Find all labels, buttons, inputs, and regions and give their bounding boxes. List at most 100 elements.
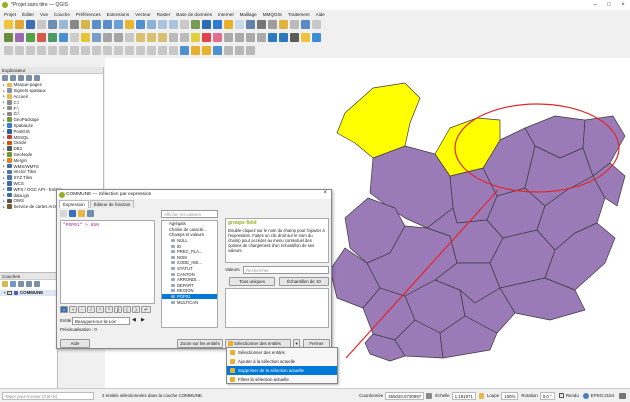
- menu-raster[interactable]: Raster: [157, 12, 171, 17]
- edit-expression-icon[interactable]: [87, 210, 94, 217]
- tab-expression[interactable]: Expression: [59, 200, 89, 208]
- maximize-button[interactable]: □: [602, 0, 616, 10]
- manage-visibility-icon[interactable]: [18, 281, 24, 287]
- all-unique-button[interactable]: Tous uniques: [229, 277, 275, 286]
- label-pin-icon[interactable]: [202, 33, 211, 42]
- open-attribute-table-icon[interactable]: [224, 46, 233, 55]
- plugin-web-icon[interactable]: [312, 33, 321, 42]
- menu-mmqgis[interactable]: MMQGIS: [263, 12, 282, 17]
- add-group-icon[interactable]: [10, 281, 16, 287]
- values-list[interactable]: [225, 288, 329, 328]
- menu-preferences[interactable]: Préférences: [76, 12, 101, 17]
- label-rotate-icon[interactable]: [235, 33, 244, 42]
- values-search-input[interactable]: Rechercher: [243, 266, 329, 274]
- operator-open-paren-button[interactable]: (: [123, 306, 131, 313]
- plugin-icon[interactable]: [290, 33, 299, 42]
- polygon-tool-icon[interactable]: [37, 46, 46, 55]
- menu-item-remove-from-selection[interactable]: Supprimer de la sélection actuelle: [227, 366, 337, 375]
- python-console-icon[interactable]: [268, 33, 277, 42]
- text-annotation-icon[interactable]: [290, 20, 299, 29]
- simplify-tool-icon[interactable]: [92, 46, 101, 55]
- lock-scale-icon[interactable]: [478, 392, 484, 399]
- menu-traitement[interactable]: Traitement: [288, 12, 310, 17]
- menu-item-filter-selection[interactable]: Filtrer la sélection actuelle: [227, 375, 337, 384]
- operator-newline-button[interactable]: ↵: [141, 306, 151, 313]
- tracing-icon[interactable]: [246, 46, 255, 55]
- new-print-layout-icon[interactable]: [37, 20, 46, 29]
- filter-icon[interactable]: [18, 75, 24, 81]
- show-layout-icon[interactable]: [59, 20, 68, 29]
- menu-vecteur[interactable]: Vecteur: [135, 12, 151, 17]
- clear-expression-icon[interactable]: [60, 210, 67, 217]
- coordinate-field[interactable]: 455020,6730997: [385, 391, 425, 400]
- add-raster-layer-icon[interactable]: [37, 33, 46, 42]
- open-layer-styling-icon[interactable]: [2, 281, 8, 287]
- new-geopackage-icon[interactable]: [15, 33, 24, 42]
- rect-tool-icon[interactable]: [26, 46, 35, 55]
- next-entity-icon[interactable]: ▶: [141, 317, 145, 323]
- label-change-icon[interactable]: [246, 33, 255, 42]
- save-expression-icon[interactable]: [69, 210, 76, 217]
- operator-equals-button[interactable]: =: [60, 306, 68, 313]
- field-calculator-icon[interactable]: [246, 20, 255, 29]
- circle-tool-icon[interactable]: [15, 46, 24, 55]
- add-wms-layer-icon[interactable]: [59, 33, 68, 42]
- identify-icon[interactable]: [213, 20, 222, 29]
- fill-ring-icon[interactable]: [125, 46, 134, 55]
- new-project-icon[interactable]: [4, 20, 13, 29]
- render-checkbox[interactable]: ✓: [558, 393, 564, 398]
- magnifier-field[interactable]: 100%: [501, 391, 519, 400]
- new-map-view-icon[interactable]: [180, 20, 189, 29]
- rotation-field[interactable]: 0,0 °: [539, 391, 555, 400]
- save-edits-icon[interactable]: [92, 33, 101, 42]
- menu-internet[interactable]: Internet: [218, 12, 234, 17]
- cut-icon[interactable]: [136, 33, 145, 42]
- minimize-button[interactable]: –: [588, 0, 602, 10]
- help-button[interactable]: Aide: [60, 339, 90, 348]
- delete-ring-icon[interactable]: [136, 46, 145, 55]
- attribute-table-icon[interactable]: [235, 20, 244, 29]
- scale-field[interactable]: 1:181871: [451, 391, 476, 400]
- label-diagram-icon[interactable]: [257, 33, 266, 42]
- plugin-folder-icon[interactable]: [301, 33, 310, 42]
- edit-pencil-icon[interactable]: [81, 33, 90, 42]
- pan-icon[interactable]: [70, 20, 79, 29]
- collapse-all-icon[interactable]: [26, 75, 32, 81]
- menu-item-select-features[interactable]: Sélectionner des entités: [227, 348, 337, 357]
- select-by-value-icon[interactable]: [180, 46, 189, 55]
- zoom-next-icon[interactable]: [169, 20, 178, 29]
- extents-toggle-icon[interactable]: [426, 392, 433, 399]
- digitize-icon[interactable]: [70, 33, 79, 42]
- dialog-close-icon[interactable]: ×: [323, 190, 327, 196]
- crs-globe-icon[interactable]: [582, 392, 589, 399]
- zoom-in-icon[interactable]: [92, 20, 101, 29]
- function-search-input[interactable]: Afficher les valeurs: [161, 210, 218, 218]
- expression-editor[interactable]: "POP01" > 850: [60, 220, 155, 304]
- load-expression-icon[interactable]: [78, 210, 85, 217]
- scale-tool-icon[interactable]: [114, 46, 123, 55]
- zoom-out-icon[interactable]: [103, 20, 112, 29]
- menu-extensions[interactable]: Extensions: [107, 12, 129, 17]
- close-window-button[interactable]: ×: [616, 0, 630, 10]
- redo-icon[interactable]: [180, 33, 189, 42]
- measure-icon[interactable]: [268, 20, 277, 29]
- zoom-layer-icon[interactable]: [136, 20, 145, 29]
- undo-icon[interactable]: [169, 33, 178, 42]
- zoom-to-features-button[interactable]: Zoom sur les entités: [177, 339, 223, 348]
- operator-divide-button[interactable]: /: [87, 306, 95, 313]
- previous-entity-icon[interactable]: ◀: [132, 317, 136, 323]
- zoom-last-icon[interactable]: [158, 20, 167, 29]
- menu-couche[interactable]: Couche: [54, 12, 70, 17]
- locator-search-input[interactable]: Taper pour trouver (Ctrl+K): [2, 391, 94, 400]
- menu-vue[interactable]: Vue: [40, 12, 48, 17]
- layer-visibility-checkbox[interactable]: ✓: [7, 290, 12, 296]
- shape-tool-icon[interactable]: [4, 46, 13, 55]
- copy-icon[interactable]: [147, 33, 156, 42]
- bookmark-icon[interactable]: [191, 20, 200, 29]
- refresh-icon[interactable]: [2, 75, 8, 81]
- operator-multiply-button[interactable]: *: [96, 306, 104, 313]
- statistics-icon[interactable]: [257, 20, 266, 29]
- delete-part-icon[interactable]: [147, 46, 156, 55]
- function-list[interactable]: Agrégats Chaîne de caractè... Champs et va…: [161, 220, 218, 328]
- operator-concat-button[interactable]: ||: [114, 306, 122, 313]
